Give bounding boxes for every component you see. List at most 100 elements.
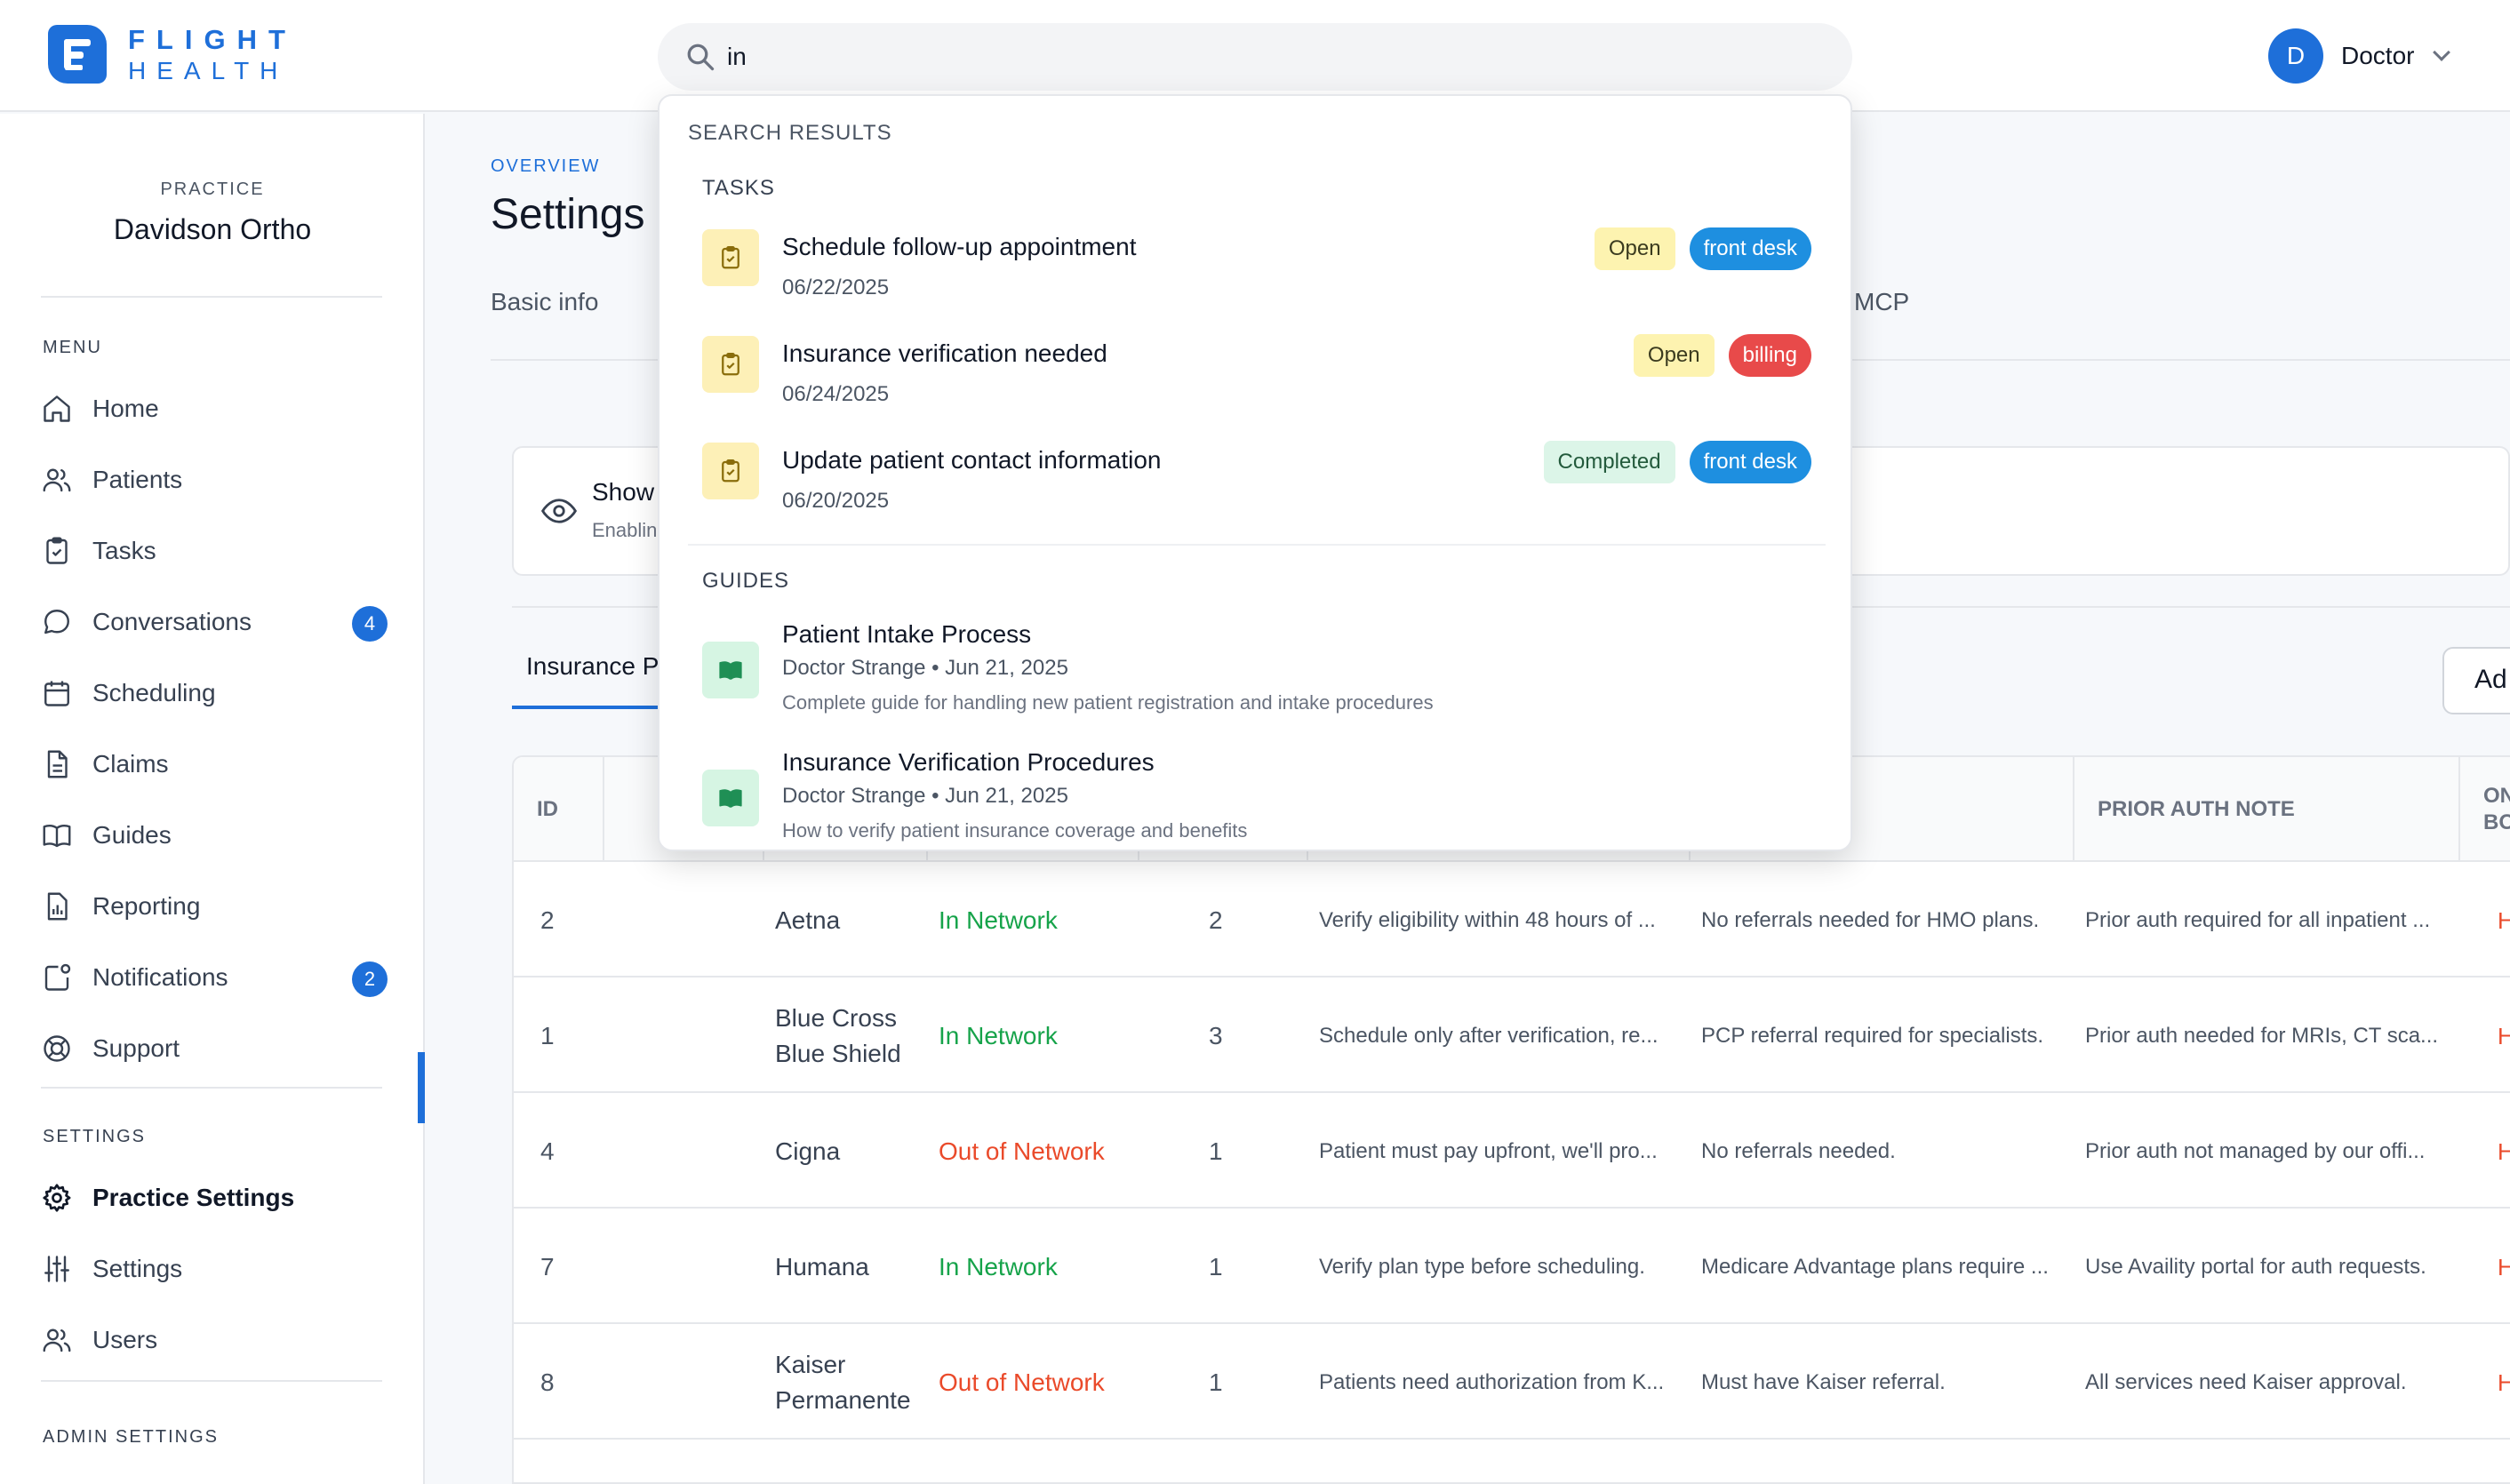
practice-label: PRACTICE — [160, 180, 265, 199]
sidebar-item-label: Settings — [92, 1255, 183, 1282]
cell-id: 1 — [540, 1022, 555, 1049]
menu-section-label: MENU — [43, 338, 102, 357]
sidebar-item-reporting[interactable]: Reporting — [41, 880, 388, 933]
cell-cut: H — [2498, 979, 2510, 1093]
cell-scheduling-note: Verify plan type before scheduling. — [1319, 1255, 1645, 1279]
cell-prior-auth-note: All services need Kaiser approval. — [2085, 1370, 2407, 1394]
task-title: Insurance verification needed — [782, 339, 1107, 367]
calendar-icon — [44, 681, 69, 706]
task-result[interactable]: Insurance verification needed 06/24/2025… — [702, 332, 1811, 430]
cell-referral-note: Must have Kaiser referral. — [1701, 1370, 1946, 1394]
cell-count: 1 — [1209, 1368, 1223, 1396]
tab-mcp[interactable]: MCP — [1854, 288, 1909, 316]
tasks-group-label: TASKS — [702, 176, 775, 200]
chevron-down-icon — [2433, 44, 2451, 61]
cell-referral-note: No referrals needed for HMO plans. — [1701, 908, 2040, 932]
guide-result[interactable]: Insurance Verification Procedures Doctor… — [702, 748, 1811, 850]
cell-prior-auth-note: Prior auth required for all inpatient ..… — [2085, 908, 2431, 932]
guide-meta: Doctor Strange • Jun 21, 2025 — [782, 784, 1068, 808]
eye-icon — [541, 499, 577, 523]
cell-scheduling-note: Verify eligibility within 48 hours of ..… — [1319, 908, 1656, 932]
active-indicator — [418, 1052, 425, 1123]
book-icon — [702, 770, 759, 826]
task-result[interactable]: Schedule follow-up appointment 06/22/202… — [702, 226, 1811, 323]
tab-insurance-plans[interactable]: Insurance Pl — [526, 652, 665, 681]
column-header-id[interactable]: ID — [514, 757, 603, 862]
sidebar-item-users[interactable]: Users — [41, 1313, 388, 1367]
status-badge: Open — [1594, 227, 1675, 270]
table-row[interactable]: 7 Humana In Network 1 Verify plan type befor… — [514, 1210, 2510, 1324]
sidebar-item-claims[interactable]: Claims — [41, 738, 388, 791]
status-badge: Open — [1633, 334, 1715, 377]
sidebar-item-conversations[interactable]: Conversations 4 — [41, 595, 388, 649]
sidebar-item-home[interactable]: Home — [41, 382, 388, 435]
overview-label: OVERVIEW — [491, 156, 601, 176]
book-icon — [702, 642, 759, 698]
insurance-table: ID OTE PRIOR AUTH NOTE ON BO 2AetnaIn Ne… — [512, 755, 2510, 1484]
document-icon — [47, 750, 68, 778]
cell-network: In Network — [939, 1253, 1058, 1281]
cell-scheduling-note: Schedule only after verification, re... — [1319, 1024, 1659, 1048]
report-icon — [47, 892, 68, 921]
column-header-prior-auth-note[interactable]: PRIOR AUTH NOTE — [2073, 757, 2458, 862]
cell-count: 1 — [1209, 1137, 1223, 1165]
cell-referral-note: Medicare Advantage plans require ... — [1701, 1255, 2049, 1279]
sidebar-item-guides[interactable]: Guides — [41, 809, 388, 862]
search-input[interactable] — [727, 23, 1794, 91]
sidebar-item-label: Practice Settings — [92, 1184, 295, 1211]
cell-cut: H — [2498, 1095, 2510, 1209]
search-results-dropdown: SEARCH RESULTS TASKS Schedule follow-up … — [658, 94, 1852, 851]
logo[interactable]: FLIGHT HEALTH — [48, 25, 297, 84]
sliders-icon — [44, 1256, 69, 1282]
sidebar-item-notifications[interactable]: Notifications 2 — [41, 951, 388, 1004]
cell-network: Out of Network — [939, 1368, 1105, 1396]
cell-referral-note: PCP referral required for specialists. — [1701, 1024, 2044, 1048]
table-row[interactable]: 8 Kaiser Permanente Out of Network 1 Patient… — [514, 1326, 2510, 1440]
sidebar-item-scheduling[interactable]: Scheduling — [41, 666, 388, 720]
cell-network: In Network — [939, 906, 1058, 934]
cell-prior-auth-note: Prior auth needed for MRIs, CT sca... — [2085, 1024, 2439, 1048]
task-date: 06/22/2025 — [782, 275, 890, 299]
cell-id: 2 — [540, 906, 555, 934]
sidebar-item-settings[interactable]: Settings — [41, 1242, 388, 1296]
guide-result[interactable]: Patient Intake Process Doctor Strange • … — [702, 620, 1811, 736]
task-result[interactable]: Update patient contact information 06/20… — [702, 439, 1811, 537]
cell-count: 2 — [1209, 906, 1223, 934]
cell-prior-auth-note: Prior auth not managed by our offi... — [2085, 1139, 2426, 1163]
chat-icon — [44, 610, 69, 634]
cell-insurer: Humana — [775, 1253, 869, 1281]
tag-badge: front desk — [1689, 441, 1811, 483]
practice-name[interactable]: Davidson Ortho — [0, 213, 425, 246]
sidebar: PRACTICE Davidson Ortho MENU Home Patien… — [0, 114, 425, 1484]
logo-text: FLIGHT HEALTH — [128, 26, 297, 84]
divider — [41, 296, 382, 298]
column-header-onboarding[interactable]: ON BO — [2458, 757, 2510, 862]
table-row[interactable]: 2 Aetna In Network 2 Verify eligibility with… — [514, 864, 2510, 977]
cell-insurer: Kaiser Permanente — [775, 1351, 911, 1414]
logo-mark-icon — [48, 25, 107, 84]
search-bar[interactable] — [658, 23, 1852, 91]
cell-network: In Network — [939, 1022, 1058, 1049]
sidebar-item-support[interactable]: Support — [41, 1022, 388, 1075]
users-icon — [43, 468, 71, 492]
sidebar-item-patients[interactable]: Patients — [41, 453, 388, 507]
user-menu[interactable]: D Doctor — [2268, 28, 2451, 84]
sidebar-item-practice-settings[interactable]: Practice Settings — [41, 1171, 388, 1225]
logo-line-2: HEALTH — [128, 56, 289, 84]
cell-insurer: Cigna — [775, 1137, 841, 1165]
guide-title: Patient Intake Process — [782, 620, 1032, 648]
tag-badge: front desk — [1689, 227, 1811, 270]
add-button[interactable]: Ad — [2442, 647, 2510, 714]
user-name: Doctor — [2341, 42, 2415, 69]
sidebar-item-tasks[interactable]: Tasks — [41, 524, 388, 578]
sidebar-item-label: Users — [92, 1326, 158, 1353]
search-icon — [687, 44, 715, 71]
table-row[interactable]: 1 Blue Cross Blue Shield In Network 3 Schedu… — [514, 979, 2510, 1093]
task-date: 06/24/2025 — [782, 382, 890, 406]
cell-id: 8 — [540, 1368, 555, 1396]
tab-basic-info[interactable]: Basic info — [491, 288, 598, 316]
users-icon — [43, 1328, 71, 1352]
divider — [41, 1087, 382, 1089]
table-row[interactable]: 4 Cigna Out of Network 1 Patient must pay up… — [514, 1095, 2510, 1209]
task-date: 06/20/2025 — [782, 489, 890, 513]
